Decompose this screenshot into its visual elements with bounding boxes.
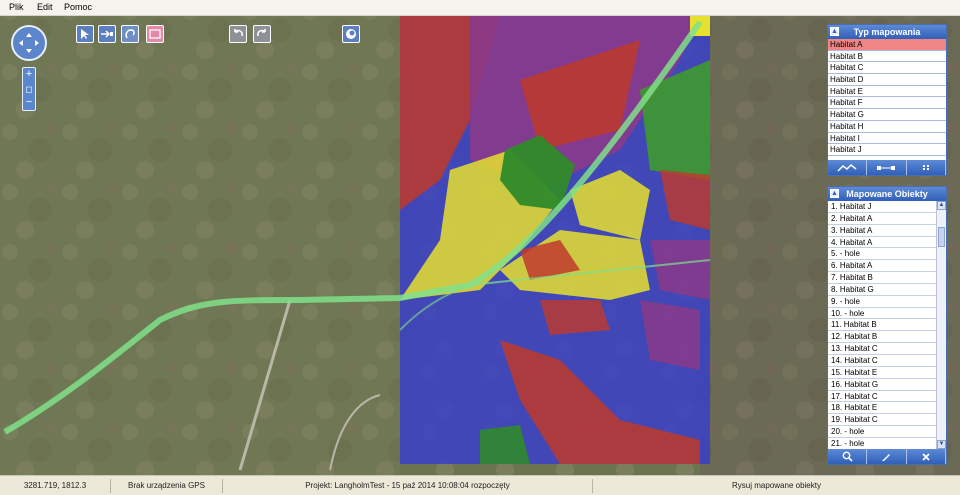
edit-object-button[interactable] <box>867 449 907 464</box>
redo-button[interactable] <box>253 25 271 43</box>
aerial-shade-left <box>0 16 400 475</box>
coordinates-readout: 3281.719, 1812.3 <box>23 481 87 490</box>
zoom-control: + ◻ − <box>22 67 36 111</box>
line-icon <box>837 163 857 172</box>
collapse-icon[interactable]: ▲ <box>830 27 839 36</box>
mapped-object-item[interactable]: 8. Habitat G <box>828 284 936 296</box>
zoom-in-button[interactable]: + <box>23 68 35 82</box>
habitat-region-red[interactable] <box>540 300 610 335</box>
scroll-thumb[interactable] <box>938 227 945 247</box>
link-type-button[interactable] <box>867 160 907 175</box>
mapped-object-item[interactable]: 21. - hole <box>828 438 936 449</box>
mapped-object-item[interactable]: 6. Habitat A <box>828 260 936 273</box>
undo-icon <box>234 29 243 37</box>
map-view[interactable]: + ◻ − <box>0 16 960 475</box>
zoom-reset-button[interactable]: ◻ <box>23 82 35 96</box>
mapping-type-item[interactable]: Habitat C <box>828 62 946 75</box>
delete-object-button[interactable] <box>907 449 946 464</box>
mapping-type-panel-title: ▲ Typ mapowania <box>828 25 946 39</box>
mapping-type-item[interactable]: Habitat A <box>828 39 946 51</box>
scroll-up-icon[interactable]: ▲ <box>937 201 946 210</box>
snap-tool-button[interactable] <box>98 25 116 43</box>
map-canvas[interactable] <box>0 16 960 475</box>
collapse-icon[interactable]: ▲ <box>830 189 839 198</box>
mapping-type-item[interactable]: Habitat G <box>828 109 946 121</box>
mapped-object-item[interactable]: 15. Habitat E <box>828 367 936 379</box>
mapping-type-item[interactable]: Habitat F <box>828 97 946 110</box>
menu-bar: Plik Edit Pomoc <box>0 0 960 16</box>
mapping-type-toolbar <box>828 160 946 175</box>
mapped-object-item[interactable]: 3. Habitat A <box>828 225 936 237</box>
undo-button[interactable] <box>229 25 247 43</box>
mapped-object-item[interactable]: 16. Habitat G <box>828 379 936 391</box>
mapped-object-item[interactable]: 10. - hole <box>828 308 936 320</box>
mapped-object-item[interactable]: 5. - hole <box>828 248 936 261</box>
mapped-objects-panel-title: ▲ Mapowane Obiekty <box>828 187 946 201</box>
mapped-objects-title-text: Mapowane Obiekty <box>846 189 928 199</box>
lasso-tool-button[interactable] <box>121 25 139 43</box>
project-status: Projekt: LangholmTest - 15 paź 2014 10:0… <box>222 479 592 493</box>
mapped-object-item[interactable]: 4. Habitat A <box>828 237 936 249</box>
menu-item-plik[interactable]: Plik <box>9 2 24 12</box>
grid-icon <box>922 165 929 170</box>
lasso-icon <box>125 29 135 39</box>
arrow-to-point-icon <box>101 30 113 38</box>
type-settings-button[interactable] <box>907 160 946 175</box>
pan-arrows-icon <box>19 33 39 53</box>
magnifier-icon <box>842 451 853 462</box>
zoom-out-button[interactable]: − <box>23 96 35 110</box>
mapping-type-title-text: Typ mapowania <box>853 27 921 37</box>
mapping-type-item[interactable]: Habitat H <box>828 121 946 133</box>
mapped-objects-panel: ▲ Mapowane Obiekty 1. Habitat J 2. Habita… <box>827 186 947 465</box>
layers-button[interactable] <box>342 25 360 43</box>
mode-status: Rysuj mapowane obiekty <box>592 479 960 493</box>
status-bar: 3281.719, 1812.3 Brak urządzenia GPS Pro… <box>0 475 960 495</box>
layers-icon <box>346 29 356 39</box>
redo-icon <box>257 29 266 37</box>
add-type-button[interactable] <box>828 160 868 175</box>
mapped-object-item[interactable]: 14. Habitat C <box>828 355 936 367</box>
mapped-object-item[interactable]: 11. Habitat B <box>828 319 936 332</box>
objects-scrollbar[interactable]: ▲ ▼ <box>936 201 946 449</box>
mapped-object-item[interactable]: 2. Habitat A <box>828 213 936 225</box>
draw-polygon-button[interactable] <box>146 25 164 43</box>
mapped-object-item[interactable]: 17. Habitat C <box>828 391 936 403</box>
mapped-object-item[interactable]: 1. Habitat J <box>828 201 936 213</box>
mapping-type-panel: ▲ Typ mapowania Habitat A Habitat B Habita… <box>827 24 947 176</box>
mapping-type-item[interactable]: Habitat I <box>828 133 946 145</box>
menu-item-pomoc[interactable]: Pomoc <box>64 2 92 12</box>
rectangle-icon <box>149 29 161 39</box>
mapped-objects-list: 1. Habitat J 2. Habitat A 3. Habitat A 4. H… <box>828 201 936 449</box>
mapped-object-item[interactable]: 20. - hole <box>828 426 936 438</box>
mapped-object-item[interactable]: 13. Habitat C <box>828 343 936 355</box>
mapping-type-item[interactable]: Habitat J <box>828 144 946 156</box>
mapped-objects-toolbar <box>828 449 946 464</box>
mapped-object-item[interactable]: 19. Habitat C <box>828 414 936 427</box>
close-icon <box>922 452 930 461</box>
pan-control[interactable] <box>11 25 47 61</box>
zoom-to-object-button[interactable] <box>828 449 868 464</box>
cursor-icon <box>81 29 89 39</box>
mapped-object-item[interactable]: 18. Habitat E <box>828 402 936 415</box>
mapping-type-item[interactable]: Habitat B <box>828 51 946 63</box>
mapped-object-item[interactable]: 9. - hole <box>828 296 936 308</box>
mapped-object-item[interactable]: 7. Habitat B <box>828 272 936 284</box>
mapping-type-item[interactable]: Habitat E <box>828 86 946 98</box>
pencil-icon <box>881 454 890 461</box>
mapping-type-item[interactable]: Habitat D <box>828 74 946 86</box>
menu-item-edit[interactable]: Edit <box>37 2 53 12</box>
mapped-object-item[interactable]: 12. Habitat B <box>828 331 936 344</box>
scroll-down-icon[interactable]: ▼ <box>937 440 946 449</box>
gps-status: Brak urządzenia GPS <box>110 479 222 493</box>
select-tool-button[interactable] <box>76 25 94 43</box>
mapping-type-list: Habitat A Habitat B Habitat C Habitat D Habi… <box>828 39 946 156</box>
connector-icon <box>877 166 896 170</box>
